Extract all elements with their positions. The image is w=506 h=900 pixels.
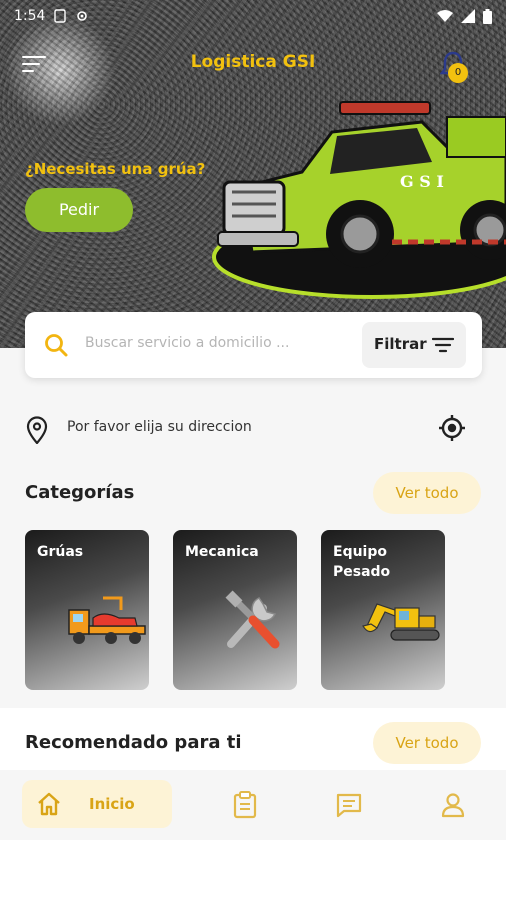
signal-icon [461,9,475,23]
nav-label-inicio: Inicio [89,795,135,813]
wifi-icon [437,10,453,22]
chat-icon[interactable] [335,792,363,818]
profile-icon[interactable] [440,792,466,818]
categories-title: Categorías [25,482,135,503]
filter-button[interactable]: Filtrar [362,322,466,368]
search-input[interactable]: Buscar servicio a domicilio ... [85,335,289,351]
recommended-title: Recomendado para ti [25,732,242,753]
category-card-mecanica[interactable]: Mecanica [173,530,297,690]
app-title: Logistica GSI [190,52,316,72]
status-left: 1:54 [14,8,89,24]
tools-icon [225,590,280,649]
status-bar: 1:54 [0,0,506,32]
location-prompt: Por favor elija su direccion [67,419,252,435]
search-bar: Buscar servicio a domicilio ... Filtrar [25,312,482,378]
excavator-icon [362,603,440,641]
home-screen: 1:54 Logistica GSI 0 ¿Necesitas una grúa… [0,0,506,900]
clipboard-icon[interactable] [232,791,258,819]
hero-question: ¿Necesitas una grúa? [25,160,206,178]
category-label: Mecanica [185,544,259,560]
location-pin-icon [26,416,48,444]
location-row[interactable]: Por favor elija su direccion [25,410,470,446]
nav-item-inicio[interactable]: Inicio [22,780,172,828]
status-right [437,8,492,24]
battery-icon [483,8,492,24]
filter-label: Filtrar [374,335,427,353]
recommended-see-all-button[interactable]: Ver todo [373,722,481,764]
tow-truck-illustration: G S I [212,101,506,299]
settings-icon [77,11,88,21]
pedir-button[interactable]: Pedir [25,188,133,232]
system-navigation-area [0,840,506,900]
sim-icon [54,9,67,23]
categories-see-all-button[interactable]: Ver todo [373,472,481,514]
category-label: Grúas [37,544,84,560]
filter-icon [432,337,454,353]
top-app-bar: Logistica GSI 0 [0,44,506,84]
tow-truck-icon [68,596,146,644]
category-card-equipo-pesado[interactable]: Equipo Pesado [321,530,445,690]
gps-target-icon[interactable] [438,414,466,442]
home-icon [38,792,60,816]
truck-logo: G S I [400,172,444,191]
search-icon[interactable] [43,332,69,358]
status-time: 1:54 [14,8,46,24]
category-label: Equipo Pesado [333,544,391,580]
category-card-gruas[interactable]: Grúas [25,530,149,690]
notification-badge: 0 [448,63,468,83]
bottom-navigation: Inicio [0,770,506,840]
